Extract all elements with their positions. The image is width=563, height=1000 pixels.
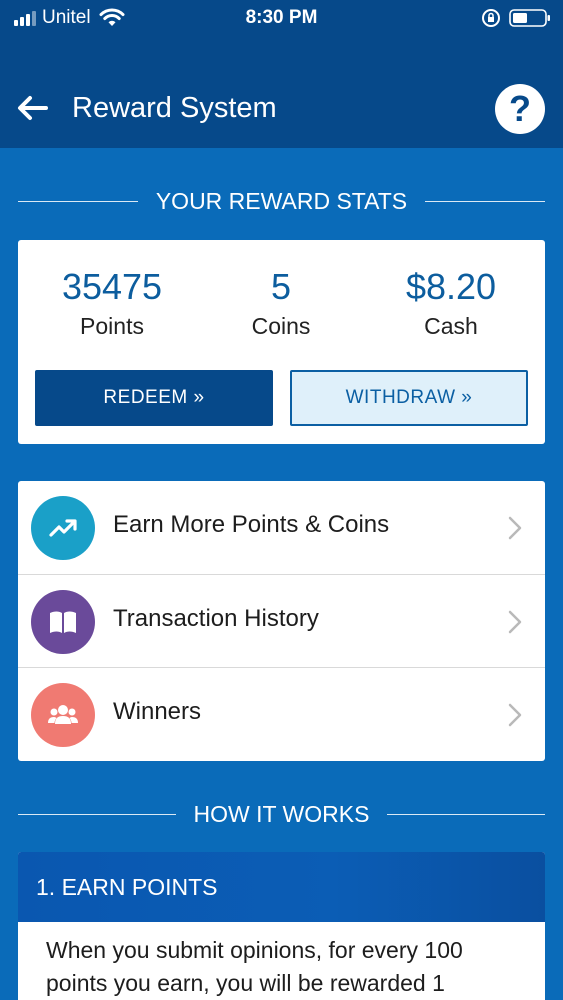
reward-stats-card: 35475 Points 5 Coins $8.20 Cash REDEEM »… (18, 240, 545, 444)
book-icon (31, 590, 95, 654)
redeem-button[interactable]: REDEEM » (35, 370, 273, 426)
battery-icon (509, 9, 550, 27)
chevron-right-icon (508, 610, 522, 634)
page-title: Reward System (72, 92, 277, 124)
chevron-right-icon (508, 516, 522, 540)
step-description: When you submit opinions, for every 100 … (46, 937, 463, 996)
points-value: 35475 (61, 266, 163, 307)
how-heading-text: HOW IT WORKS (193, 800, 370, 827)
divider (387, 813, 545, 815)
help-button[interactable]: ? (495, 84, 545, 134)
points-label: Points (80, 313, 144, 339)
step-title: 1. EARN POINTS (18, 852, 545, 922)
rotation-lock-icon (482, 9, 500, 27)
menu-item-transaction-history[interactable]: Transaction History (18, 574, 545, 667)
coins-stat: 5 Coins (193, 264, 369, 342)
menu-item-label: Earn More Points & Coins (113, 511, 390, 538)
help-icon: ? (509, 88, 531, 129)
status-bar: Unitel 8:30 PM (0, 0, 563, 36)
stats-heading-text: YOUR REWARD STATS (155, 187, 408, 214)
divider (18, 813, 176, 815)
withdraw-button[interactable]: WITHDRAW » (290, 370, 528, 426)
cash-value: $8.20 (405, 266, 497, 307)
how-it-works-heading: HOW IT WORKS (18, 797, 545, 831)
divider (425, 200, 545, 202)
cash-stat: $8.20 Cash (363, 264, 539, 342)
menu-item-earn-more[interactable]: Earn More Points & Coins (18, 481, 545, 574)
divider (18, 200, 138, 202)
menu-item-label: Winners (113, 698, 202, 725)
stats-section-heading: YOUR REWARD STATS (18, 184, 545, 218)
coins-value: 5 (270, 266, 292, 307)
group-icon (31, 683, 95, 747)
trending-up-icon (31, 496, 95, 560)
menu-item-label: Transaction History (113, 605, 319, 632)
nav-bar: Reward System ? (0, 36, 563, 148)
clock: 8:30 PM (245, 7, 318, 28)
chevron-right-icon (508, 703, 522, 727)
cash-label: Cash (424, 313, 478, 339)
menu-list: Earn More Points & Coins Transaction His… (18, 481, 545, 761)
points-stat: 35475 Points (24, 264, 200, 342)
back-arrow-icon[interactable] (16, 94, 48, 122)
coins-label: Coins (251, 313, 311, 339)
how-it-works-card: 1. EARN POINTS When you submit opinions,… (18, 852, 545, 1000)
menu-item-winners[interactable]: Winners (18, 667, 545, 760)
